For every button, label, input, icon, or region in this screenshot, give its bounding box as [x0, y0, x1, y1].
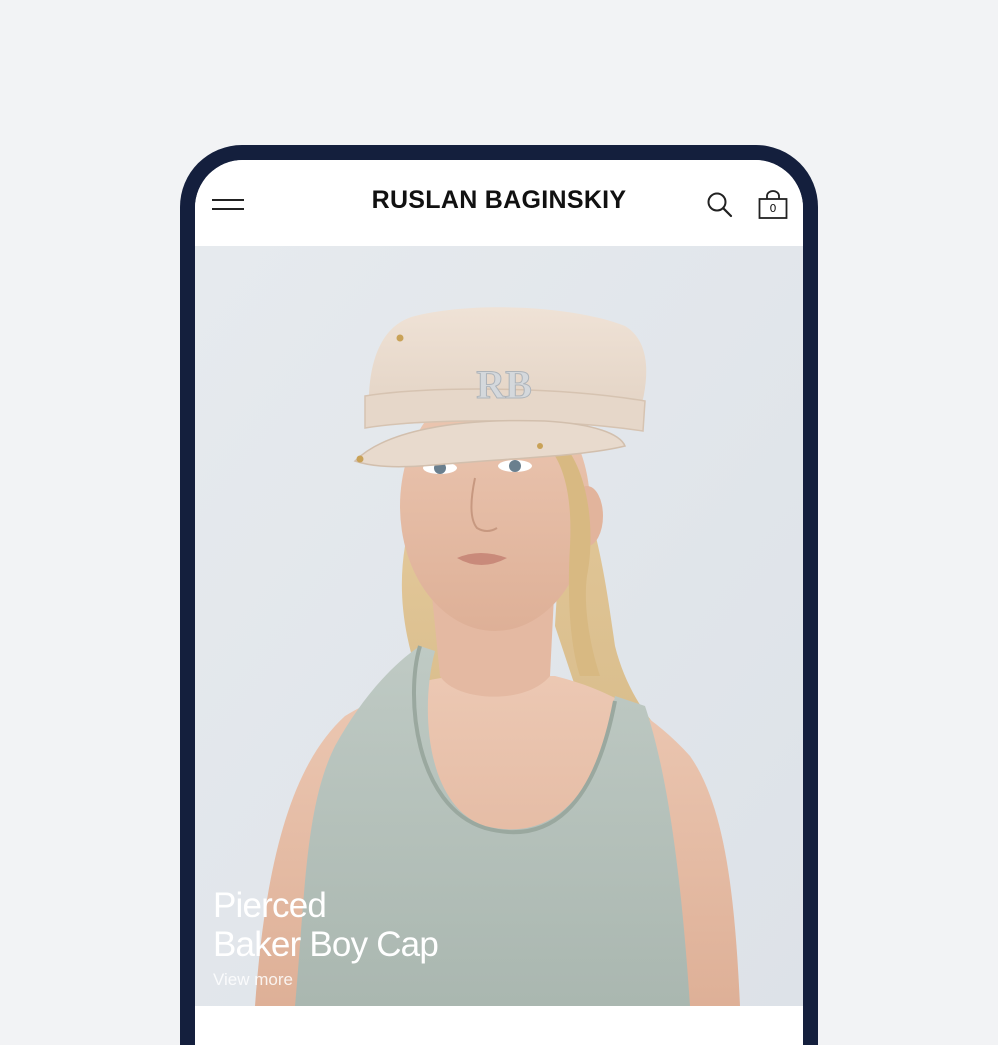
- search-button[interactable]: [706, 191, 734, 219]
- hero-banner[interactable]: RB Pierced Baker Boy Cap View more: [195, 246, 803, 1045]
- view-more-link[interactable]: View more: [213, 970, 438, 990]
- cart-count-badge: 0: [769, 202, 777, 215]
- cart-button[interactable]: 0: [757, 190, 789, 220]
- search-icon: [707, 192, 733, 218]
- site-header: RUSLAN BAGINSKIY 0: [195, 160, 803, 246]
- phone-frame: RUSLAN BAGINSKIY 0 RB Pierced Baker Boy …: [180, 145, 818, 1045]
- cap-monogram: RB: [476, 362, 532, 407]
- phone-screen: RUSLAN BAGINSKIY 0 RB Pierced Baker Boy …: [195, 160, 803, 1045]
- hero-title-line-2: Baker Boy Cap: [213, 925, 439, 964]
- hero-title-line-1: Pierced: [213, 886, 327, 925]
- hero-caption: Pierced Baker Boy Cap View more: [213, 886, 439, 990]
